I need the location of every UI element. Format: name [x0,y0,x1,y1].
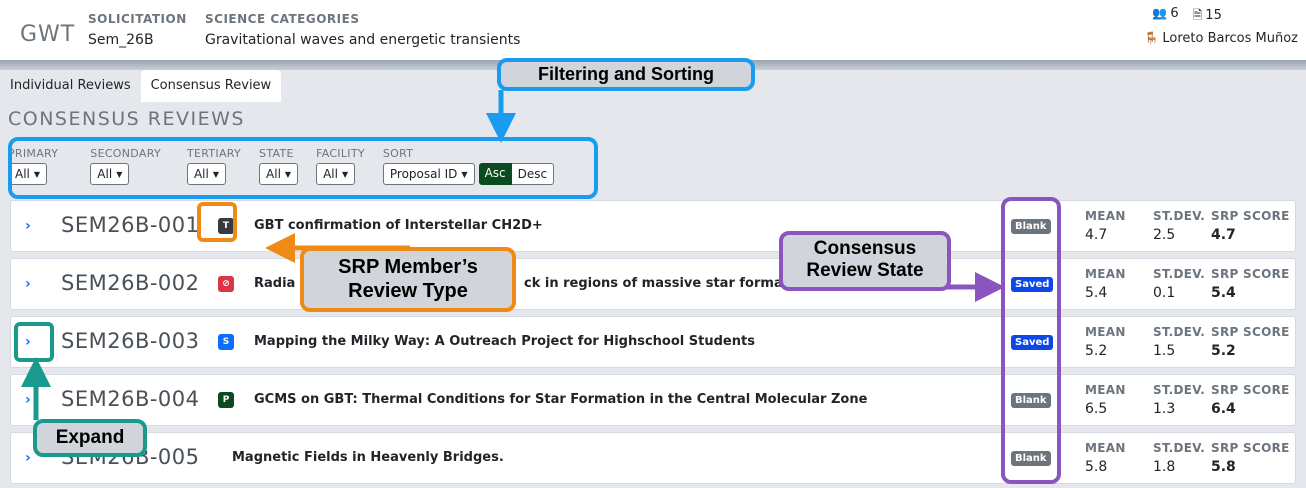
consensus-callout: Consensus Review State [779,231,951,291]
science-categories-value: Gravitational waves and energetic transi… [205,32,521,48]
review-type-badge: S [218,334,234,350]
app-logo: GWT [20,22,76,47]
expand-callout: Expand [33,419,147,457]
review-type-badge: ⊘ [218,276,234,292]
chair-icon: 🪑 [1144,31,1160,45]
table-row[interactable]: › SEM26B-003 S Mapping the Milky Way: A … [10,316,1296,368]
table-row[interactable]: › SEM26B-004 P GCMS on GBT: Thermal Cond… [10,374,1296,426]
reviewers-count: 👥 6 [1152,6,1179,21]
proposal-id: SEM26B-002 [61,271,200,295]
proposal-title: Radia [254,276,296,291]
srp-score-stat: SRP SCORE 5.4 [1211,267,1290,301]
proposal-id: SEM26B-004 [61,387,200,411]
solicitation-label: SOLICITATION [88,12,187,26]
proposal-title: Mapping the Milky Way: A Outreach Projec… [254,334,755,349]
srp-score-stat: SRP SCORE 5.2 [1211,325,1290,359]
header-user-info: 👥 6 🗎 15 🪑 Loreto Barcos Muñoz [1144,6,1298,46]
solicitation-info: SOLICITATION Sem_26B [88,12,187,48]
expand-chevron-icon[interactable]: › [25,276,31,292]
stdev-stat: ST.DEV. 0.1 [1153,267,1206,301]
review-type-highlight-box [197,202,237,242]
stdev-stat: ST.DEV. 1.8 [1153,441,1206,475]
mean-stat: MEAN 5.4 [1085,267,1126,301]
app-header: GWT SOLICITATION Sem_26B SCIENCE CATEGOR… [0,0,1306,60]
mean-stat: MEAN 4.7 [1085,209,1126,243]
srp-score-stat: SRP SCORE 4.7 [1211,209,1290,243]
filtering-highlight-box [8,137,598,199]
proposals-count: 🗎 15 [1192,8,1222,23]
proposal-title: Magnetic Fields in Heavenly Bridges. [232,450,504,465]
filtering-callout: Filtering and Sorting [497,58,755,91]
science-categories-info: SCIENCE CATEGORIES Gravitational waves a… [205,12,520,48]
mean-stat: MEAN 6.5 [1085,383,1126,417]
proposal-title-tail: ck in regions of massive star forma [524,276,783,291]
review-tabs: Individual Reviews Consensus Review [0,70,282,102]
srp-score-stat: SRP SCORE 5.8 [1211,441,1290,475]
table-row[interactable]: › SEM26B-005 Magnetic Fields in Heavenly… [10,432,1296,484]
mean-stat: MEAN 5.8 [1085,441,1126,475]
srp-score-stat: SRP SCORE 6.4 [1211,383,1290,417]
consensus-state-highlight-box [1001,197,1061,484]
expand-chevron-icon[interactable]: › [25,218,31,234]
science-categories-label: SCIENCE CATEGORIES [205,12,360,26]
solicitation-value: Sem_26B [88,32,154,48]
page-title: CONSENSUS REVIEWS [8,108,245,130]
stdev-stat: ST.DEV. 2.5 [1153,209,1206,243]
expand-chevron-icon[interactable]: › [25,392,31,408]
srp-review-type-callout: SRP Member’s Review Type [300,247,516,312]
expand-highlight-box [14,322,54,362]
expand-chevron-icon[interactable]: › [25,450,31,466]
user-name[interactable]: 🪑 Loreto Barcos Muñoz [1144,31,1298,46]
stdev-stat: ST.DEV. 1.5 [1153,325,1206,359]
table-row[interactable]: › SEM26B-002 ⊘ Radia ck in regions of ma… [10,258,1296,310]
stdev-stat: ST.DEV. 1.3 [1153,383,1206,417]
proposal-id: SEM26B-003 [61,329,200,353]
tab-consensus-review[interactable]: Consensus Review [140,70,282,102]
proposal-title: GBT confirmation of Interstellar CH2D+ [254,218,543,233]
mean-stat: MEAN 5.2 [1085,325,1126,359]
users-icon: 👥 [1152,6,1168,20]
document-icon: 🗎 [1192,8,1203,22]
proposal-id: SEM26B-001 [61,213,200,237]
proposal-title: GCMS on GBT: Thermal Conditions for Star… [254,392,868,407]
review-type-badge: P [218,392,234,408]
tab-individual-reviews[interactable]: Individual Reviews [0,70,141,102]
